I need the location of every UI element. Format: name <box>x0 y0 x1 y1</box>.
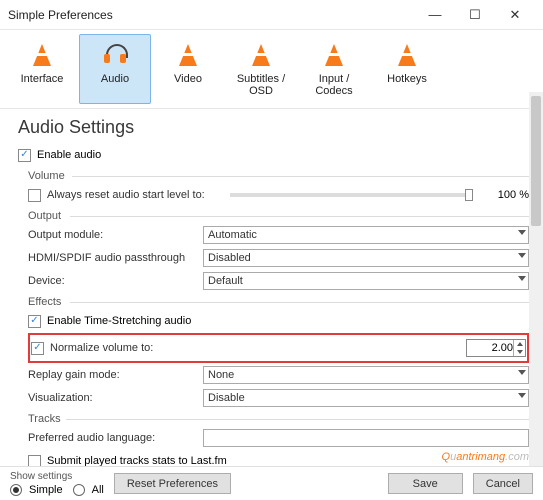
output-module-select[interactable]: Automatic <box>203 226 529 244</box>
footer: Show settings Simple All Reset Preferenc… <box>0 466 543 500</box>
tab-audio[interactable]: Audio <box>79 34 151 104</box>
chevron-down-icon <box>518 393 526 398</box>
chevron-down-icon <box>518 253 526 258</box>
tab-subtitles[interactable]: Subtitles / OSD <box>225 34 297 104</box>
cancel-button[interactable]: Cancel <box>473 473 533 494</box>
enable-audio-label: Enable audio <box>37 149 101 161</box>
replay-gain-label: Replay gain mode: <box>28 369 203 381</box>
normalize-value: 2.00 <box>492 342 513 354</box>
always-reset-label: Always reset audio start level to: <box>47 189 222 201</box>
tab-label: Input / Codecs <box>301 73 367 97</box>
start-level-value: 100 % <box>481 189 529 201</box>
cone-icon <box>155 39 221 71</box>
close-button[interactable]: ✕ <box>495 7 535 23</box>
pref-lang-label: Preferred audio language: <box>28 432 203 444</box>
category-toolbar: Interface Audio Video Subtitles / OSD In… <box>0 30 543 109</box>
tab-label: Audio <box>82 73 148 85</box>
device-label: Device: <box>28 275 203 287</box>
reset-button[interactable]: Reset Preferences <box>114 473 231 494</box>
page-title: Audio Settings <box>18 117 529 138</box>
replay-gain-select[interactable]: None <box>203 366 529 384</box>
content-area: Audio Settings ✓ Enable audio Volume Alw… <box>0 109 543 479</box>
scrollbar[interactable] <box>529 92 543 466</box>
window-title: Simple Preferences <box>8 8 415 22</box>
always-reset-checkbox[interactable] <box>28 189 41 202</box>
radio-simple[interactable] <box>10 484 22 496</box>
section-volume: Volume <box>28 170 529 182</box>
normalize-checkbox[interactable]: ✓ <box>31 342 44 355</box>
normalize-spinbox[interactable]: 2.00 <box>466 339 526 357</box>
chevron-down-icon <box>518 276 526 281</box>
enable-audio-checkbox[interactable]: ✓ <box>18 149 31 162</box>
time-stretch-checkbox[interactable]: ✓ <box>28 315 41 328</box>
cone-icon <box>301 39 367 71</box>
normalize-label: Normalize volume to: <box>50 342 213 354</box>
scrollbar-thumb[interactable] <box>531 96 541 226</box>
radio-simple-label: Simple <box>29 484 63 496</box>
section-effects: Effects <box>28 296 529 308</box>
titlebar: Simple Preferences — ☐ ✕ <box>0 0 543 30</box>
tab-input-codecs[interactable]: Input / Codecs <box>298 34 370 104</box>
section-tracks: Tracks <box>28 413 529 425</box>
cone-icon <box>374 39 440 71</box>
device-select[interactable]: Default <box>203 272 529 290</box>
highlight-box: ✓ Normalize volume to: 2.00 <box>28 333 529 363</box>
radio-all[interactable] <box>73 484 85 496</box>
watermark: Quantrimang.com <box>442 443 529 466</box>
hdmi-label: HDMI/SPDIF audio passthrough <box>28 252 203 264</box>
visualization-label: Visualization: <box>28 392 203 404</box>
radio-all-label: All <box>92 484 104 496</box>
tab-label: Interface <box>9 73 75 85</box>
hdmi-select[interactable]: Disabled <box>203 249 529 267</box>
start-level-slider[interactable] <box>230 193 473 197</box>
tab-label: Video <box>155 73 221 85</box>
chevron-down-icon <box>518 230 526 235</box>
show-settings-label: Show settings <box>10 471 104 482</box>
visualization-select[interactable]: Disable <box>203 389 529 407</box>
section-output: Output <box>28 210 529 222</box>
maximize-button[interactable]: ☐ <box>455 7 495 23</box>
minimize-button[interactable]: — <box>415 7 455 22</box>
spinner-buttons[interactable] <box>513 340 525 356</box>
tab-label: Subtitles / OSD <box>228 73 294 97</box>
tab-hotkeys[interactable]: Hotkeys <box>371 34 443 104</box>
time-stretch-label: Enable Time-Stretching audio <box>47 315 191 327</box>
output-module-label: Output module: <box>28 229 203 241</box>
tab-label: Hotkeys <box>374 73 440 85</box>
save-button[interactable]: Save <box>388 473 463 494</box>
show-settings-group: Show settings Simple All <box>10 471 104 496</box>
cone-icon <box>228 39 294 71</box>
cone-icon <box>9 39 75 71</box>
slider-thumb[interactable] <box>465 189 473 201</box>
headset-icon <box>82 39 148 71</box>
tab-interface[interactable]: Interface <box>6 34 78 104</box>
tab-video[interactable]: Video <box>152 34 224 104</box>
chevron-down-icon <box>518 370 526 375</box>
